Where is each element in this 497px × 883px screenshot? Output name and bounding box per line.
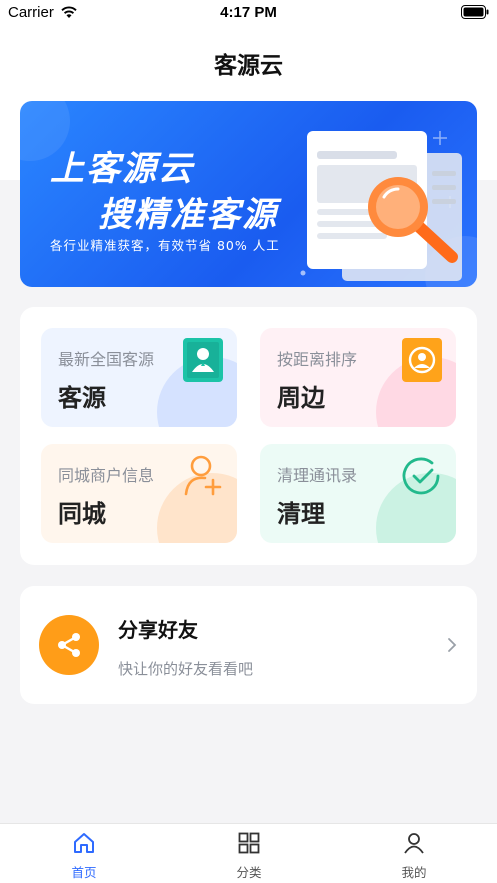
tab-label: 首页 bbox=[71, 865, 97, 880]
feature-title: 客源 bbox=[58, 384, 106, 412]
banner-subtitle: 各行业精准获客，有效节省 80% 人工 bbox=[50, 238, 280, 253]
tab-mine[interactable]: 我的 bbox=[354, 824, 474, 883]
feature-tile-local[interactable]: 同城商户信息 同城 bbox=[41, 444, 237, 543]
page-title: 客源云 bbox=[214, 53, 283, 79]
battery-icon bbox=[461, 5, 489, 19]
banner-headline-2: 搜精准客源 bbox=[98, 195, 278, 235]
feature-tile-customers[interactable]: 最新全国客源 客源 bbox=[41, 328, 237, 427]
check-circle-icon bbox=[402, 457, 440, 495]
tab-category[interactable]: 分类 bbox=[189, 824, 309, 883]
tab-label: 我的 bbox=[401, 865, 427, 880]
status-time: 4:17 PM bbox=[220, 4, 277, 21]
share-subtitle: 快让你的好友看看吧 bbox=[118, 660, 254, 678]
document-search-icon bbox=[307, 131, 462, 281]
bottom-tab-bar: 首页 分类 我的 bbox=[0, 823, 497, 883]
status-bar: Carrier 4:17 PM bbox=[0, 0, 497, 26]
feature-title: 同城 bbox=[58, 500, 106, 528]
feature-tile-nearby[interactable]: 按距离排序 周边 bbox=[260, 328, 456, 427]
feature-title: 清理 bbox=[277, 500, 325, 528]
feature-subtitle: 按距离排序 bbox=[277, 350, 358, 369]
feature-subtitle: 清理通讯录 bbox=[277, 466, 358, 485]
promo-banner[interactable]: 上客源云 搜精准客源 各行业精准获客，有效节省 80% 人工 bbox=[20, 101, 477, 287]
user-icon bbox=[404, 833, 424, 854]
grid-icon bbox=[238, 832, 260, 854]
feature-subtitle: 最新全国客源 bbox=[58, 350, 155, 369]
feature-title: 周边 bbox=[277, 384, 325, 412]
tab-label: 分类 bbox=[236, 865, 262, 880]
share-icon-badge bbox=[39, 615, 99, 675]
tab-home[interactable]: 首页 bbox=[24, 824, 144, 883]
chevron-right-icon bbox=[448, 638, 457, 652]
banner-headline-1: 上客源云 bbox=[50, 149, 194, 189]
nearby-user-icon bbox=[402, 338, 442, 382]
share-title: 分享好友 bbox=[118, 618, 198, 642]
feature-tile-clean[interactable]: 清理通讯录 清理 bbox=[260, 444, 456, 543]
person-badge-icon bbox=[183, 338, 223, 382]
home-icon bbox=[74, 833, 94, 853]
feature-subtitle: 同城商户信息 bbox=[58, 466, 155, 485]
share-friends-card[interactable]: 分享好友 快让你的好友看看吧 bbox=[20, 586, 477, 704]
add-user-icon bbox=[184, 455, 222, 496]
share-icon bbox=[58, 633, 80, 657]
feature-grid: 最新全国客源 客源 按距离排序 周边 同城商户信息 同城 清理通讯录 清理 bbox=[20, 307, 477, 565]
